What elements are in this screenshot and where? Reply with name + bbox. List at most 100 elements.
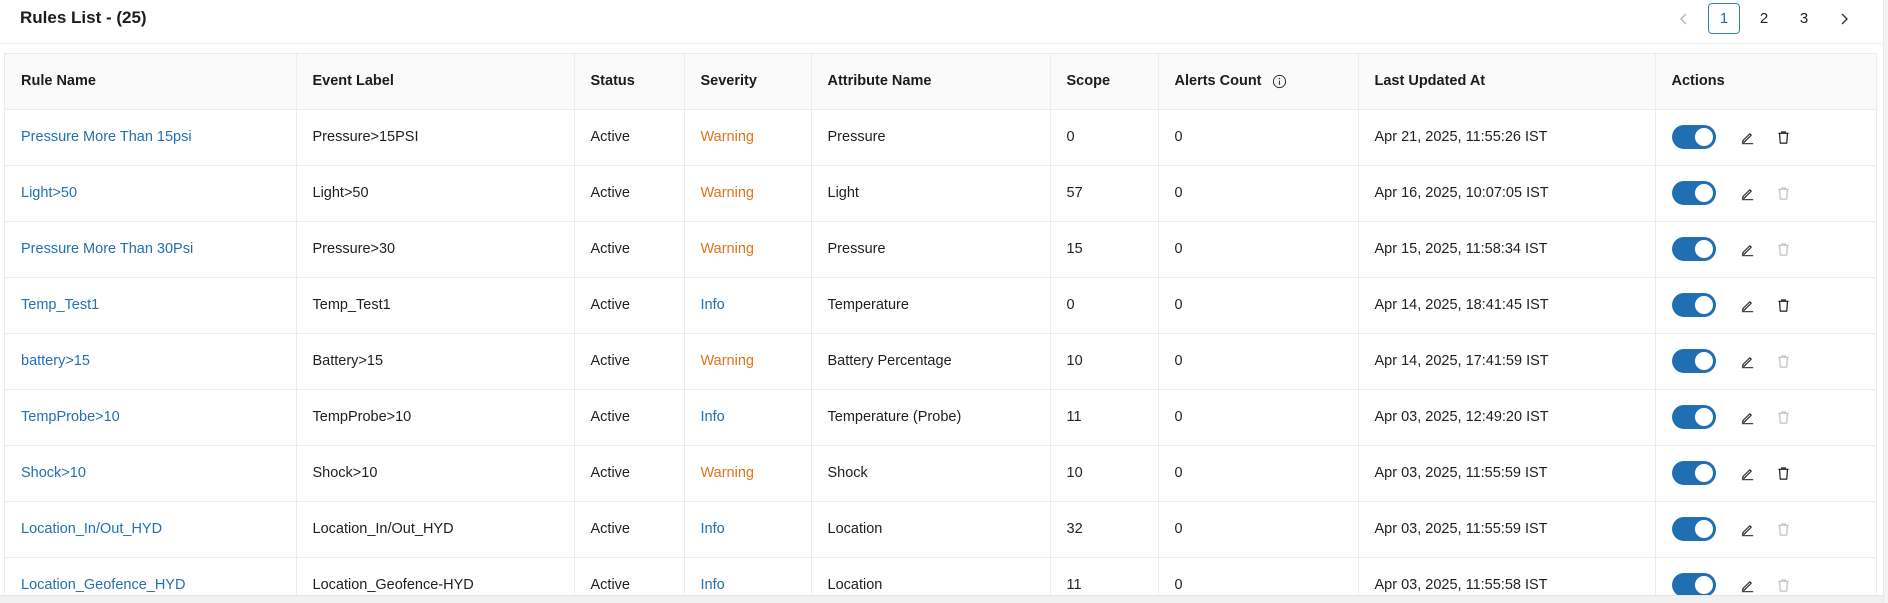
pencil-icon (1741, 412, 1754, 424)
severity-cell: Info (684, 389, 812, 446)
delete-button[interactable] (1776, 129, 1792, 145)
actions-cell (1655, 221, 1877, 278)
delete-button[interactable] (1776, 353, 1792, 369)
delete-button[interactable] (1776, 465, 1792, 481)
event-label-cell: Pressure>15PSI (296, 109, 575, 166)
last-updated-cell: Apr 16, 2025, 10:07:05 IST (1358, 165, 1656, 222)
status-cell: Active (574, 445, 685, 502)
rule-name-link[interactable]: TempProbe>10 (21, 409, 120, 425)
alerts-count-cell: 0 (1158, 445, 1359, 502)
pencil-icon (1741, 188, 1754, 200)
edit-button[interactable] (1740, 577, 1756, 593)
last-updated-cell: Apr 15, 2025, 11:58:34 IST (1358, 221, 1656, 278)
rule-name-link[interactable]: Location_Geofence_HYD (21, 577, 185, 593)
rule-name-link[interactable]: battery>15 (21, 353, 90, 369)
page-header: Rules List - (25) 1 2 3 (0, 0, 1888, 44)
trash-icon (1778, 130, 1789, 144)
column-header-attribute-name[interactable]: Attribute Name (811, 54, 1051, 110)
actions-cell (1655, 277, 1877, 334)
status-cell: Active (574, 501, 685, 558)
pagination-next-button[interactable] (1828, 3, 1860, 34)
enable-toggle[interactable] (1671, 349, 1716, 373)
enable-toggle[interactable] (1671, 405, 1716, 429)
row-actions (1671, 349, 1877, 373)
alerts-count-cell: 0 (1158, 333, 1359, 390)
severity-cell: Warning (684, 333, 812, 390)
enable-toggle[interactable] (1671, 517, 1716, 541)
attribute-name-cell: Temperature (Probe) (811, 389, 1051, 446)
enable-toggle[interactable] (1671, 125, 1716, 149)
event-label-cell: Battery>15 (296, 333, 575, 390)
info-icon[interactable] (1272, 74, 1287, 89)
trash-icon (1778, 186, 1789, 200)
delete-button[interactable] (1776, 409, 1792, 425)
edit-button[interactable] (1740, 129, 1756, 145)
edit-button[interactable] (1740, 521, 1756, 537)
edit-button[interactable] (1740, 409, 1756, 425)
row-actions (1671, 573, 1877, 597)
delete-button[interactable] (1776, 297, 1792, 313)
rule-name-link[interactable]: Temp_Test1 (21, 297, 99, 313)
column-header-status[interactable]: Status (574, 54, 685, 110)
severity-cell: Warning (684, 445, 812, 502)
row-actions (1671, 293, 1877, 317)
column-header-last-updated[interactable]: Last Updated At (1358, 54, 1656, 110)
actions-cell (1655, 165, 1876, 222)
attribute-name-cell: Pressure (811, 221, 1051, 278)
pagination-page-1[interactable]: 1 (1708, 3, 1740, 34)
edit-button[interactable] (1740, 465, 1756, 481)
trash-icon (1778, 466, 1789, 480)
scope-cell: 10 (1050, 333, 1159, 390)
row-actions (1671, 517, 1877, 541)
enable-toggle[interactable] (1671, 237, 1716, 261)
edit-button[interactable] (1740, 241, 1756, 257)
table-row: Location_In/Out_HYD Location_In/Out_HYD … (5, 501, 1877, 558)
actions-cell (1655, 389, 1876, 446)
alerts-count-label: Alerts Count (1174, 73, 1262, 90)
enable-toggle[interactable] (1671, 181, 1716, 205)
enable-toggle[interactable] (1671, 573, 1716, 597)
horizontal-scrollbar[interactable] (0, 595, 1883, 603)
rule-name-link[interactable]: Pressure More Than 15psi (21, 129, 192, 145)
rule-name-link[interactable]: Pressure More Than 30Psi (21, 241, 193, 257)
vertical-scrollbar[interactable] (1883, 0, 1888, 603)
severity-cell: Warning (684, 221, 812, 278)
edit-button[interactable] (1740, 353, 1756, 369)
row-actions (1671, 461, 1877, 485)
pencil-icon (1741, 580, 1754, 592)
delete-button[interactable] (1776, 241, 1792, 257)
enable-toggle[interactable] (1671, 293, 1716, 317)
column-header-rule-name[interactable]: Rule Name (5, 54, 297, 110)
pagination-page-2[interactable]: 2 (1748, 3, 1780, 34)
rules-table-container: Rule Name Event Label Status Severity At… (4, 53, 1877, 603)
column-header-alerts-count[interactable]: Alerts Count (1158, 54, 1359, 110)
alerts-count-cell: 0 (1158, 221, 1359, 278)
pagination-prev-button[interactable] (1668, 3, 1700, 34)
attribute-name-cell: Light (811, 165, 1051, 222)
trash-icon (1778, 578, 1789, 592)
rule-name-link[interactable]: Light>50 (21, 185, 77, 201)
edit-button[interactable] (1740, 297, 1756, 313)
attribute-name-cell: Shock (811, 445, 1051, 502)
rule-name-link[interactable]: Shock>10 (21, 465, 86, 481)
delete-button[interactable] (1776, 521, 1792, 537)
table-body: Pressure More Than 15psi Pressure>15PSI … (5, 109, 1877, 603)
table-row: battery>15 Battery>15 Active Warning Bat… (5, 333, 1877, 390)
column-header-scope[interactable]: Scope (1050, 54, 1159, 110)
edit-button[interactable] (1740, 185, 1756, 201)
scope-cell: 57 (1050, 165, 1159, 222)
severity-cell: Info (684, 277, 812, 334)
table-row: Light>50 Light>50 Active Warning Light 5… (5, 165, 1876, 222)
row-actions (1671, 237, 1877, 261)
attribute-name-cell: Location (811, 501, 1051, 558)
column-header-event-label[interactable]: Event Label (296, 54, 575, 110)
pencil-icon (1741, 132, 1754, 144)
enable-toggle[interactable] (1671, 461, 1716, 485)
attribute-name-cell: Temperature (811, 277, 1051, 334)
delete-button[interactable] (1776, 577, 1792, 593)
pagination-page-3[interactable]: 3 (1788, 3, 1820, 34)
rule-name-link[interactable]: Location_In/Out_HYD (21, 521, 162, 537)
chevron-left-icon (1680, 13, 1687, 24)
delete-button[interactable] (1776, 185, 1792, 201)
column-header-severity[interactable]: Severity (684, 54, 812, 110)
